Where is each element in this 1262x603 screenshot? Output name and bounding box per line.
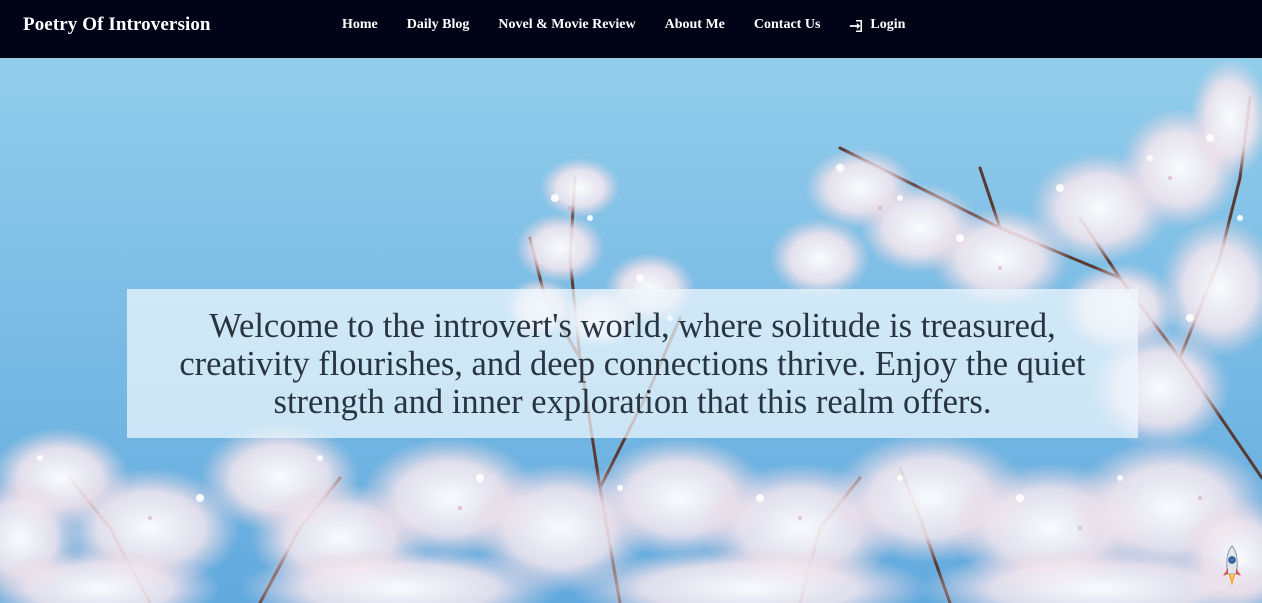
nav-item-home[interactable]: Home (342, 17, 378, 33)
welcome-box: Welcome to the introvert's world, where … (127, 289, 1138, 438)
navbar: Poetry Of Introversion Home Daily Blog N… (0, 0, 1262, 58)
hero-section: Welcome to the introvert's world, where … (0, 58, 1262, 603)
nav-item-about-me[interactable]: About Me (665, 17, 725, 33)
rocket-icon[interactable] (1221, 544, 1243, 588)
sign-in-icon (850, 19, 863, 33)
nav-menu: Home Daily Blog Novel & Movie Review Abo… (342, 17, 934, 33)
nav-item-daily-blog[interactable]: Daily Blog (407, 17, 470, 33)
login-label: Login (870, 17, 906, 32)
nav-item-novel-movie-review[interactable]: Novel & Movie Review (498, 17, 635, 33)
nav-item-contact-us[interactable]: Contact Us (754, 17, 821, 33)
login-link[interactable]: Login (849, 17, 905, 33)
site-brand[interactable]: Poetry Of Introversion (23, 14, 211, 36)
welcome-message: Welcome to the introvert's world, where … (179, 306, 1086, 421)
